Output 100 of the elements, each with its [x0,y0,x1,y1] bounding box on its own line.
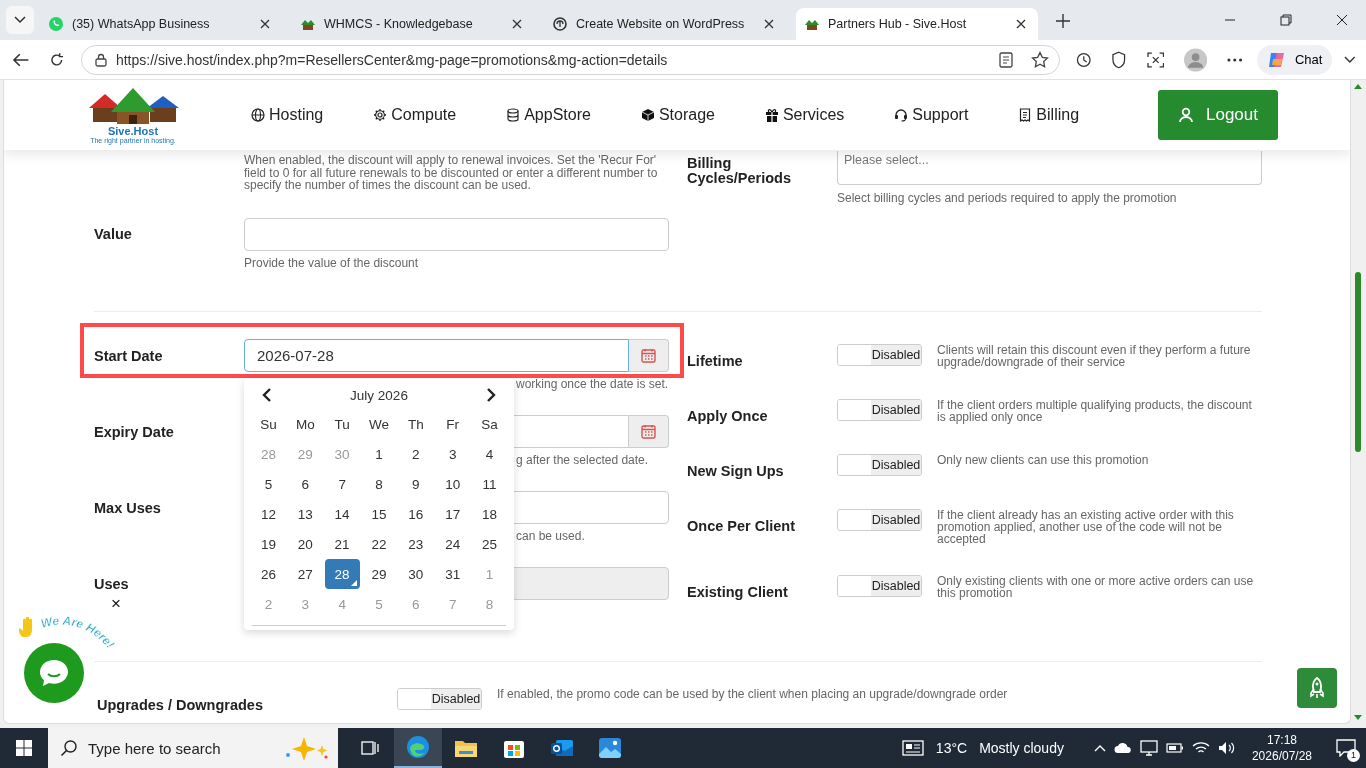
scrollbar-thumb[interactable] [1355,272,1361,452]
calendar-day[interactable]: 28 [324,559,360,589]
input-field[interactable] [244,217,669,251]
calendar-day[interactable]: 12 [251,499,286,529]
calendar-day[interactable]: 15 [361,499,397,529]
nav-link[interactable]: Compute [373,106,457,124]
battery-icon[interactable] [1165,743,1184,753]
avatar-icon[interactable] [1184,47,1208,72]
back-icon[interactable] [12,51,30,68]
notifications-button[interactable]: 1 [1326,728,1366,768]
scroll-top-button[interactable] [1297,668,1337,708]
weekday-label: Tu [333,415,351,434]
news-icon[interactable] [901,740,924,756]
previous-icon[interactable] [262,388,272,402]
nav-link[interactable]: Billing [1018,106,1080,124]
history-icon[interactable] [1075,51,1092,68]
chat-button[interactable]: Chat [1256,44,1333,75]
nav-link[interactable]: Hosting [251,106,324,124]
calendar-day[interactable]: 9 [398,469,434,499]
plus-icon [1056,14,1070,28]
calendar-day[interactable]: 13 [287,499,323,529]
close-icon[interactable] [1336,14,1348,26]
calendar-button[interactable] [629,339,669,372]
chevron-down-icon[interactable] [1344,55,1357,64]
calendar-day[interactable]: 26 [251,559,286,589]
calendar-day[interactable]: 19 [251,529,286,559]
clock-date[interactable]: 2026/07/28 [1251,748,1312,764]
restore-icon[interactable] [1280,14,1292,26]
calendar-day[interactable]: 11 [472,469,507,499]
wifi-icon[interactable] [1191,741,1210,755]
calendar-day[interactable]: 8 [361,469,397,499]
toggle-switch[interactable]: Disabled [837,454,922,476]
calendar-day[interactable]: 24 [435,529,471,559]
calendar-icon [641,348,656,363]
calendar-day[interactable]: 22 [361,529,397,559]
calendar-day[interactable]: 5 [251,469,286,499]
weekday-label: Sa [480,415,499,434]
calendar-day[interactable]: 21 [324,529,360,559]
calendar-day[interactable]: 1 [361,439,397,469]
weekday-label: Fr [445,415,461,434]
calendar-day[interactable]: 18 [472,499,507,529]
calendar-day[interactable]: 3 [435,439,471,469]
date-field[interactable]: 2026-07-28 [244,339,629,372]
calendar-day[interactable]: 10 [435,469,471,499]
notification-count: 1 [1347,749,1360,762]
clock-time[interactable]: 17:18 [1266,732,1297,748]
shield-icon[interactable] [1111,50,1127,69]
calendar-button[interactable] [629,415,669,448]
volume-icon[interactable] [1217,741,1236,755]
windows-icon[interactable] [16,740,32,756]
close-button[interactable]: × [108,596,124,612]
calendar-day[interactable]: 20 [287,529,323,559]
screenshot-icon[interactable] [1146,51,1165,68]
toggle-switch[interactable]: Disabled [397,688,482,710]
calendar-day[interactable]: 27 [287,559,323,589]
reload-icon[interactable] [49,51,65,68]
calendar-day[interactable]: 4 [472,439,507,469]
tab-actions-button[interactable] [6,6,34,34]
toggle-switch[interactable]: Disabled [837,575,922,597]
reader-icon[interactable] [998,51,1013,68]
calendar-day[interactable]: 23 [398,529,434,559]
calendar-day[interactable]: 6 [287,469,323,499]
nav-link[interactable]: Services [764,106,845,124]
calendar-day[interactable]: 30 [398,559,434,589]
close-icon[interactable] [512,19,522,29]
month-title[interactable]: July 2026 [350,387,408,403]
search-box[interactable]: Type here to search [48,728,338,768]
calendar-day[interactable]: 29 [361,559,397,589]
calendar-day[interactable]: 31 [435,559,471,589]
calendar-day[interactable]: 17 [435,499,471,529]
next-icon[interactable] [486,388,496,402]
calendar-day[interactable]: 25 [472,529,507,559]
more-icon[interactable] [1227,57,1243,62]
close-icon[interactable] [260,19,270,29]
calendar-day[interactable]: 7 [324,469,360,499]
cloud-icon[interactable] [1113,741,1132,755]
browser-tab[interactable]: Create Website on WordPress [544,8,786,40]
nav-link[interactable]: Storage [640,106,715,124]
toggle-switch[interactable]: Disabled [837,509,922,531]
calendar-day[interactable]: 14 [324,499,360,529]
field-label: Start Date [94,347,164,364]
logout-button[interactable]: Logout [1158,90,1278,140]
browser-tab[interactable]: Partners Hub - Sive.Host [796,8,1038,40]
close-icon[interactable] [764,19,774,29]
browser-tab[interactable]: (35) WhatsApp Business [40,8,282,40]
chevron-up-icon[interactable] [1093,744,1106,752]
nav-link[interactable]: AppStore [506,106,591,124]
select-field[interactable]: Please select... [837,151,1262,185]
scroll-down-icon[interactable] [1354,715,1362,720]
toggle-switch[interactable]: Disabled [837,344,922,366]
calendar-day[interactable]: 2 [398,439,434,469]
toggle-switch[interactable]: Disabled [837,399,922,421]
calendar-day[interactable]: 16 [398,499,434,529]
browser-tab[interactable]: WHMCS - Knowledgebase [292,8,534,40]
close-icon[interactable] [1016,19,1026,29]
scroll-up-icon[interactable] [1354,84,1362,89]
search-field[interactable]: Type here to search [86,738,274,758]
display-icon[interactable] [1139,740,1158,756]
nav-link[interactable]: Support [894,106,969,124]
star-icon[interactable] [1030,50,1049,69]
